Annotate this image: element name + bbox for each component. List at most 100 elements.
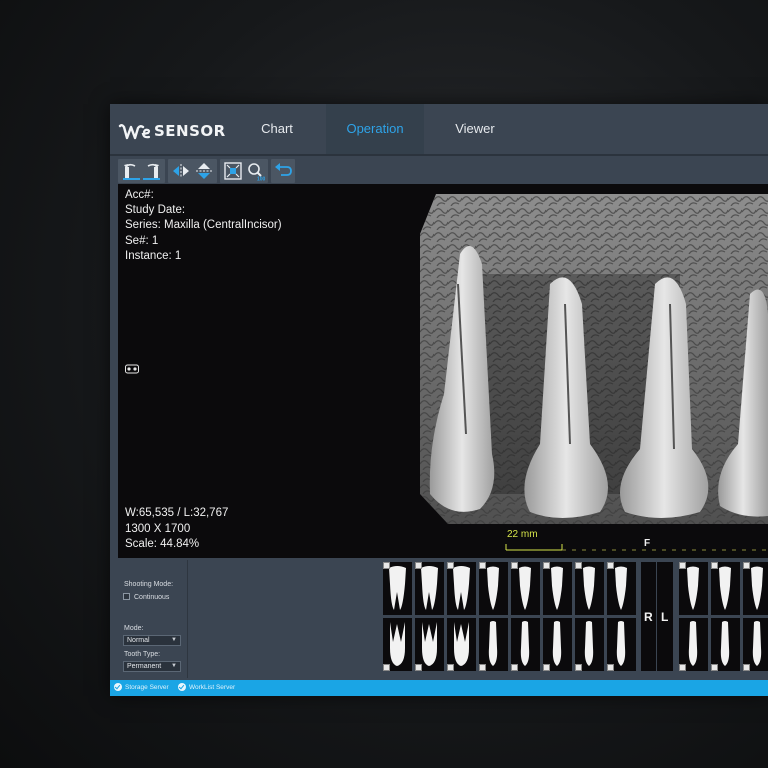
tooth-type-label: Tooth Type: (124, 651, 161, 658)
image-viewer[interactable]: Acc#: Study Date: Series: Maxilla (Centr… (118, 184, 768, 558)
flip-horizontal-icon (173, 164, 189, 178)
chevron-down-icon: ▼ (171, 637, 177, 643)
header: SENSOR Chart Operation Viewer (110, 104, 768, 154)
logo-text: SENSOR (154, 122, 226, 140)
we-logo-icon (118, 124, 151, 140)
tooth-icon (487, 566, 499, 610)
tooth-button[interactable] (447, 562, 476, 615)
select-checkbox-icon (743, 664, 750, 671)
dicom-info-top: Acc#: Study Date: Series: Maxilla (Centr… (125, 188, 282, 264)
ruler-label: 22 mm (507, 529, 538, 540)
mode-value: Normal (127, 637, 150, 644)
status-bar: Storage Server WorkList Server (110, 680, 768, 696)
select-checkbox-icon (415, 664, 422, 671)
flip-horizontal-button[interactable] (170, 161, 192, 181)
rotate-left-icon (123, 163, 140, 180)
ruler-marker: F (644, 538, 651, 549)
tooth-button[interactable] (479, 618, 508, 671)
rotate-right-button[interactable] (141, 161, 163, 181)
tooth-type-value: Permanent (127, 663, 162, 670)
shooting-mode-label: Shooting Mode: (124, 581, 174, 588)
worklist-server-label: WorkList Server (189, 683, 236, 691)
right-side-label: R (644, 610, 653, 624)
select-checkbox-icon (447, 664, 454, 671)
window-level: W:65,535 / L:32,767 (125, 507, 229, 519)
select-checkbox-icon (743, 562, 750, 569)
undo-group (271, 159, 295, 183)
tooth-icon (719, 566, 731, 610)
select-checkbox-icon (383, 562, 390, 569)
tooth-button[interactable] (743, 562, 768, 615)
study-date: Study Date: (125, 204, 186, 217)
tab-operation[interactable]: Operation (326, 104, 424, 154)
tab-viewer[interactable]: Viewer (424, 104, 526, 154)
tooth-button[interactable] (575, 618, 604, 671)
continuous-checkbox[interactable] (123, 593, 130, 600)
storage-server-status: Storage Server (114, 683, 169, 691)
fit-screen-button[interactable] (222, 161, 244, 181)
tooth-button[interactable] (543, 562, 572, 615)
tooth-button[interactable] (383, 562, 412, 615)
tooth-button[interactable] (415, 618, 444, 671)
select-checkbox-icon (415, 562, 422, 569)
tooth-button[interactable] (607, 562, 636, 615)
toolbar: 100 (110, 156, 768, 184)
app-window: SENSOR Chart Operation Viewer 100 Acc#: … (110, 104, 768, 696)
tooth-button[interactable] (383, 618, 412, 671)
worklist-server-status: WorkList Server (178, 683, 235, 691)
series-number: Se#: 1 (125, 234, 159, 247)
tooth-button[interactable] (415, 562, 444, 615)
tooth-button[interactable] (447, 618, 476, 671)
app-logo: SENSOR (118, 118, 226, 144)
tooth-button[interactable] (479, 562, 508, 615)
flip-vertical-button[interactable] (193, 161, 215, 181)
dicom-info-bottom: W:65,535 / L:32,767 1300 X 1700 Scale: 4… (125, 506, 228, 553)
select-checkbox-icon (479, 562, 486, 569)
series-label: Series: Maxilla (CentralIncisor) (125, 219, 282, 232)
rotate-left-button[interactable] (120, 161, 142, 181)
tooth-type-select[interactable]: Permanent ▼ (123, 661, 181, 672)
tooth-button[interactable] (679, 562, 708, 615)
mode-select[interactable]: Normal ▼ (123, 635, 181, 646)
quadrant-divider: RL (641, 562, 673, 671)
undo-button[interactable] (272, 161, 294, 181)
tooth-button[interactable] (743, 618, 768, 671)
select-checkbox-icon (711, 562, 718, 569)
tooth-button[interactable] (575, 562, 604, 615)
tooth-icon (389, 566, 406, 610)
tooth-button[interactable] (711, 562, 740, 615)
midline-divider (656, 562, 657, 671)
tooth-button[interactable] (511, 562, 540, 615)
tooth-button[interactable] (711, 618, 740, 671)
acquisition-settings: Shooting Mode: Continuous Mode: Normal ▼… (118, 560, 188, 678)
select-checkbox-icon (383, 664, 390, 671)
zoom-100-icon: 100 (248, 163, 266, 183)
select-checkbox-icon (479, 664, 486, 671)
select-checkbox-icon (575, 562, 582, 569)
vr-icon (125, 364, 139, 374)
flip-group (168, 159, 217, 183)
select-checkbox-icon (575, 664, 582, 671)
undo-icon (275, 163, 292, 176)
tooth-icon (551, 566, 563, 610)
ruler-ticks (505, 544, 768, 551)
left-side-label: L (661, 610, 669, 624)
measurement-ruler: 22 mm F (502, 528, 768, 552)
select-checkbox-icon (543, 664, 550, 671)
fit-screen-icon (224, 162, 242, 180)
select-checkbox-icon (447, 562, 454, 569)
zoom-group: 100 (220, 159, 268, 183)
select-checkbox-icon (607, 664, 614, 671)
zoom-100-button[interactable]: 100 (245, 161, 267, 183)
check-icon (178, 683, 186, 691)
image-scale: Scale: 44.84% (125, 538, 200, 550)
tooth-button[interactable] (607, 618, 636, 671)
dental-xray-image[interactable] (420, 194, 768, 524)
instance-number: Instance: 1 (125, 249, 182, 262)
select-checkbox-icon (607, 562, 614, 569)
tooth-button[interactable] (679, 618, 708, 671)
tooth-button[interactable] (543, 618, 572, 671)
tab-chart[interactable]: Chart (232, 104, 322, 154)
tooth-button[interactable] (511, 618, 540, 671)
select-checkbox-icon (711, 664, 718, 671)
